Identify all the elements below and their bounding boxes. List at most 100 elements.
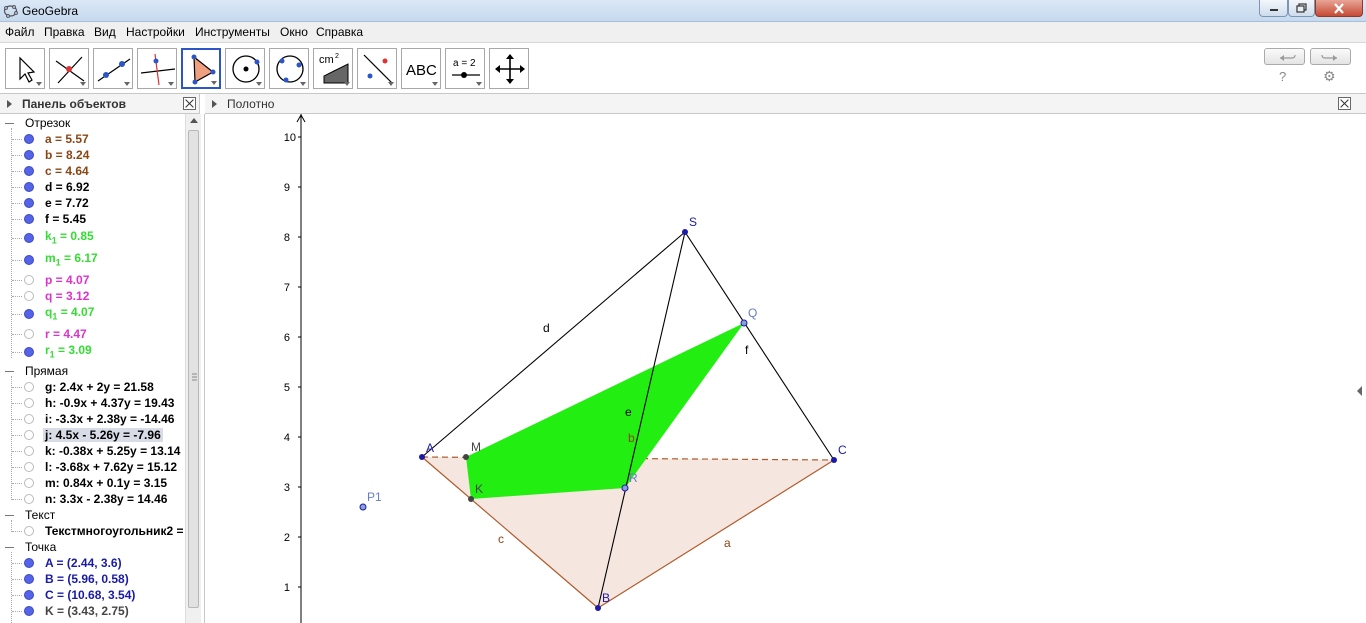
visibility-toggle[interactable] — [24, 446, 34, 456]
menu-help[interactable]: Справка — [316, 25, 363, 39]
point-tool-button[interactable] — [49, 48, 89, 89]
reflect-tool-button[interactable] — [357, 48, 397, 89]
algebra-row[interactable]: h: -0.9x + 4.37y = 19.43 — [0, 395, 184, 411]
graphics-view[interactable]: 1 2 3 4 5 6 7 8 9 10 d f e b c a S Q A M… — [205, 113, 1366, 623]
visibility-toggle[interactable] — [24, 150, 34, 160]
visibility-toggle[interactable] — [24, 134, 34, 144]
algebra-row[interactable]: C = (10.68, 3.54) — [0, 587, 184, 603]
visibility-toggle[interactable] — [24, 478, 34, 488]
visibility-toggle[interactable] — [24, 462, 34, 472]
visibility-toggle[interactable] — [24, 574, 34, 584]
maximize-button[interactable] — [1288, 0, 1315, 17]
visibility-toggle[interactable] — [24, 414, 34, 424]
visibility-toggle[interactable] — [24, 329, 34, 339]
panel-expand-icon[interactable] — [212, 100, 217, 108]
collapse-icon[interactable] — [5, 371, 14, 372]
visibility-toggle[interactable] — [24, 590, 34, 600]
side-panel-toggle-icon[interactable] — [1357, 386, 1362, 396]
point-p1[interactable]: P1 — [359, 490, 382, 511]
visibility-toggle[interactable] — [24, 558, 34, 568]
scroll-thumb[interactable] — [188, 130, 199, 608]
help-button[interactable]: ? — [1279, 69, 1286, 84]
algebra-row[interactable]: e = 7.72 — [0, 195, 184, 211]
algebra-row[interactable]: f = 5.45 — [0, 211, 184, 227]
algebra-row[interactable]: n: 3.3x - 2.38y = 14.46 — [0, 491, 184, 507]
visibility-toggle[interactable] — [24, 182, 34, 192]
algebra-row[interactable]: a = 5.57 — [0, 131, 184, 147]
menu-file[interactable]: Файл — [5, 25, 35, 39]
menu-edit[interactable]: Правка — [44, 25, 85, 39]
measure-tool-button[interactable]: cm 2 — [313, 48, 353, 89]
perpendicular-tool-button[interactable] — [137, 48, 177, 89]
visibility-toggle[interactable] — [24, 347, 34, 357]
algebra-row[interactable]: r = 4.47 — [0, 326, 184, 342]
algebra-row[interactable]: b = 8.24 — [0, 147, 184, 163]
collapse-icon[interactable] — [5, 123, 14, 124]
circle-tool-button[interactable] — [225, 48, 265, 89]
scroll-up-icon[interactable] — [190, 118, 198, 123]
algebra-row[interactable]: m: 0.84x + 0.1y = 3.15 — [0, 475, 184, 491]
algebra-row[interactable]: p = 4.07 — [0, 272, 184, 288]
visibility-toggle[interactable] — [24, 606, 34, 616]
algebra-panel-close-icon[interactable] — [183, 97, 196, 110]
visibility-toggle[interactable] — [24, 382, 34, 392]
category-segment[interactable]: Отрезок — [25, 116, 70, 130]
text-tool-button[interactable]: ABC — [401, 48, 441, 89]
redo-button[interactable] — [1310, 48, 1351, 65]
algebra-row[interactable]: q = 3.12 — [0, 288, 184, 304]
undo-button[interactable] — [1264, 48, 1305, 65]
line-tool-button[interactable] — [93, 48, 133, 89]
algebra-row[interactable]: c = 4.64 — [0, 163, 184, 179]
algebra-row[interactable]: i: -3.3x + 2.38y = -14.46 — [0, 411, 184, 427]
visibility-toggle[interactable] — [24, 430, 34, 440]
visibility-toggle[interactable] — [24, 255, 34, 265]
algebra-row[interactable]: k1 = 0.85 — [0, 228, 184, 248]
menu-view[interactable]: Вид — [94, 25, 116, 39]
algebra-row-selected[interactable]: j: 4.5x - 5.26y = -7.96 — [0, 427, 184, 443]
point-s[interactable]: S — [682, 215, 697, 235]
visibility-toggle[interactable] — [24, 398, 34, 408]
algebra-row[interactable]: m1 = 6.17 — [0, 250, 184, 270]
graphics-canvas[interactable]: 1 2 3 4 5 6 7 8 9 10 d f e b c a S Q A M… — [205, 113, 1366, 623]
move-tool-button[interactable] — [5, 48, 45, 89]
category-text[interactable]: Текст — [25, 508, 55, 522]
algebra-row[interactable]: K = (3.43, 2.75) — [0, 603, 184, 619]
move-view-tool-button[interactable] — [489, 48, 529, 89]
algebra-row[interactable]: k: -0.38x + 5.25y = 13.14 — [0, 443, 184, 459]
graphics-panel-close-icon[interactable] — [1338, 97, 1351, 110]
settings-gear-icon[interactable]: ⚙ — [1323, 68, 1336, 85]
visibility-toggle[interactable] — [24, 526, 34, 536]
collapse-icon[interactable] — [5, 515, 14, 516]
algebra-row[interactable]: g: 2.4x + 2y = 21.58 — [0, 379, 184, 395]
visibility-toggle[interactable] — [24, 309, 34, 319]
slider-tool-button[interactable]: a = 2 — [445, 48, 485, 89]
visibility-toggle[interactable] — [24, 198, 34, 208]
visibility-toggle[interactable] — [24, 275, 34, 285]
point-c[interactable]: C — [831, 443, 847, 463]
collapse-icon[interactable] — [5, 547, 14, 548]
algebra-row[interactable]: l: -3.68x + 7.62y = 15.12 — [0, 459, 184, 475]
conic-tool-button[interactable] — [269, 48, 309, 89]
menu-tools[interactable]: Инструменты — [195, 25, 270, 39]
menu-window[interactable]: Окно — [280, 25, 308, 39]
category-point[interactable]: Точка — [25, 540, 56, 554]
category-line[interactable]: Прямая — [25, 364, 68, 378]
visibility-toggle[interactable] — [24, 233, 34, 243]
point-q[interactable]: Q — [740, 306, 757, 327]
visibility-toggle[interactable] — [24, 214, 34, 224]
algebra-row[interactable]: d = 6.92 — [0, 179, 184, 195]
algebra-row[interactable]: A = (2.44, 3.6) — [0, 555, 184, 571]
algebra-scrollbar[interactable] — [185, 114, 201, 623]
algebra-row[interactable]: r1 = 3.09 — [0, 342, 184, 362]
menu-settings[interactable]: Настройки — [126, 25, 185, 39]
visibility-toggle[interactable] — [24, 494, 34, 504]
algebra-row[interactable]: q1 = 4.07 — [0, 304, 184, 324]
close-button[interactable] — [1315, 0, 1363, 17]
visibility-toggle[interactable] — [24, 291, 34, 301]
visibility-toggle[interactable] — [24, 166, 34, 176]
polygon-tool-button[interactable] — [181, 48, 221, 89]
minimize-button[interactable] — [1259, 0, 1288, 17]
algebra-row[interactable]: Текстмногоугольник2 = — [0, 523, 184, 539]
algebra-row[interactable]: B = (5.96, 0.58) — [0, 571, 184, 587]
panel-expand-icon[interactable] — [7, 100, 12, 108]
